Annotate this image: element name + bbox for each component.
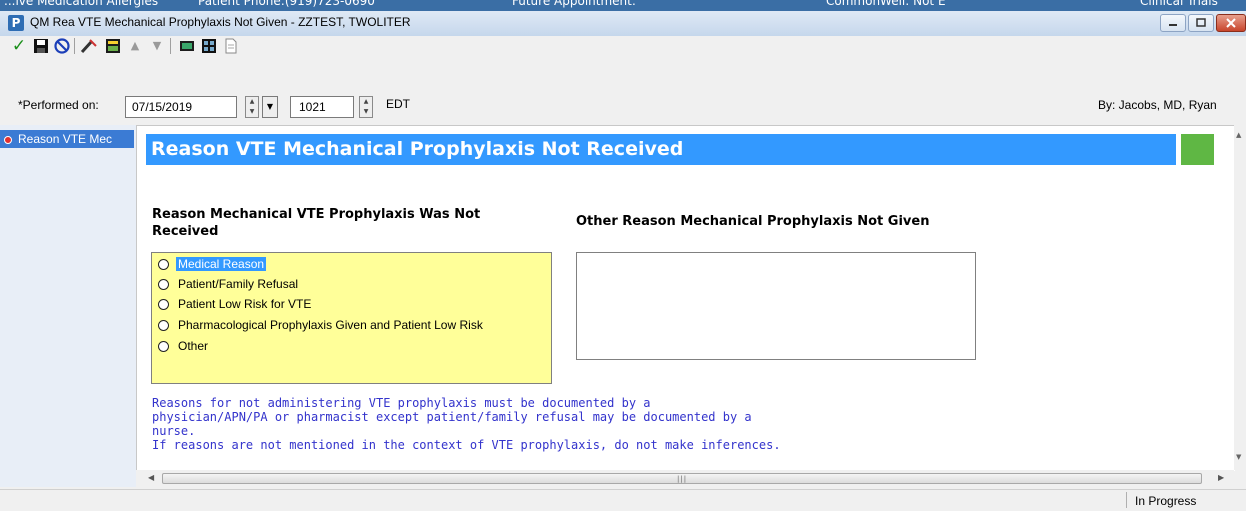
window-title: QM Rea VTE Mechanical Prophylaxis Not Gi…: [30, 15, 411, 29]
checkmark-icon[interactable]: ✓: [10, 37, 28, 55]
bg-phone-text: Patient Phone:(919)723-0690: [198, 0, 375, 8]
radio-option-medical-reason[interactable]: Medical Reason: [158, 255, 267, 273]
radio-option-family-refusal[interactable]: Patient/Family Refusal: [158, 275, 300, 293]
radio-label[interactable]: Patient Low Risk for VTE: [176, 297, 313, 311]
document-icon[interactable]: [104, 37, 122, 55]
timezone-label: EDT: [386, 97, 410, 111]
status-bar: [0, 489, 1246, 511]
left-navigation: [0, 125, 136, 487]
radio-button[interactable]: [158, 278, 169, 290]
minimize-button[interactable]: [1160, 14, 1186, 32]
radio-button[interactable]: [158, 319, 169, 331]
scroll-down-icon[interactable]: ▼: [1236, 453, 1241, 461]
grip-icon: |||: [677, 475, 688, 483]
note-line: If reasons are not mentioned in the cont…: [152, 438, 781, 452]
radio-option-low-risk[interactable]: Patient Low Risk for VTE: [158, 295, 313, 313]
radio-button[interactable]: [158, 258, 169, 270]
date-spinner[interactable]: ▲ ▼: [245, 96, 259, 118]
instruction-note: Reasons for not administering VTE prophy…: [152, 396, 781, 452]
scrollbar-thumb[interactable]: |||: [162, 473, 1202, 484]
close-button[interactable]: [1216, 14, 1246, 32]
note-line: physician/APN/PA or pharmacist except pa…: [152, 410, 752, 424]
other-reason-field-label: Other Reason Mechanical Prophylaxis Not …: [576, 214, 930, 229]
app-icon: P: [8, 15, 24, 31]
vertical-scrollbar[interactable]: ▲ ▼: [1234, 125, 1246, 470]
toolbar-separator: [170, 38, 171, 54]
spinner-up-icon[interactable]: ▲: [246, 97, 258, 107]
cancel-icon[interactable]: [53, 37, 71, 55]
spinner-down-icon[interactable]: ▼: [246, 107, 258, 117]
calendar-icon[interactable]: [200, 37, 218, 55]
spinner-down-icon[interactable]: ▼: [360, 107, 372, 117]
scroll-up-icon[interactable]: ▲: [1236, 131, 1241, 139]
note-line: nurse.: [152, 424, 196, 438]
bg-commonwell-text: CommonWell: Not E: [826, 0, 946, 8]
radio-label[interactable]: Other: [176, 339, 210, 353]
nav-item-label: Reason VTE Mec: [18, 132, 113, 146]
bg-clinical-trials-text: Clinical Trials: [1140, 0, 1218, 8]
radio-label[interactable]: Medical Reason: [176, 257, 267, 271]
toolbar-separator: [74, 38, 75, 54]
chevron-down-icon: ▼: [266, 102, 274, 111]
radio-option-other[interactable]: Other: [158, 337, 210, 355]
save-icon[interactable]: [32, 37, 50, 55]
date-dropdown-button[interactable]: ▼: [262, 96, 278, 118]
note-line: Reasons for not administering VTE prophy…: [152, 396, 651, 410]
performed-time-input[interactable]: 1021: [290, 96, 354, 118]
up-arrow-icon[interactable]: ▲: [126, 37, 144, 55]
scroll-left-icon[interactable]: ◀: [148, 473, 154, 482]
minimize-icon: [1169, 24, 1177, 26]
close-icon: [1226, 18, 1236, 28]
bg-allergies-text: ...ive Medication Allergies: [4, 0, 159, 8]
spinner-up-icon[interactable]: ▲: [360, 97, 372, 107]
status-indicator: [1181, 134, 1214, 165]
background-window-strip: ...ive Medication Allergies Patient Phon…: [0, 0, 1246, 11]
radio-label[interactable]: Patient/Family Refusal: [176, 277, 300, 291]
edit-icon[interactable]: [80, 37, 98, 55]
performed-by-label: By: Jacobs, MD, Ryan: [1098, 98, 1217, 112]
radio-button[interactable]: [158, 298, 169, 310]
bg-appointment-text: Future Appointment:: [512, 0, 636, 8]
required-dot-icon: [4, 135, 12, 144]
status-text: In Progress: [1135, 494, 1197, 508]
scroll-right-icon[interactable]: ▶: [1218, 473, 1224, 482]
radio-label[interactable]: Pharmacological Prophylaxis Given and Pa…: [176, 318, 485, 332]
radio-button[interactable]: [158, 340, 169, 352]
reason-field-label: Reason Mechanical VTE Prophylaxis Was No…: [152, 207, 481, 239]
page-icon[interactable]: [222, 37, 240, 55]
performed-date-input[interactable]: 07/15/2019: [125, 96, 237, 118]
maximize-icon: [1196, 18, 1206, 27]
down-arrow-icon[interactable]: ▼: [148, 37, 166, 55]
time-spinner[interactable]: ▲ ▼: [359, 96, 373, 118]
nav-item-reason[interactable]: Reason VTE Mec: [0, 130, 134, 148]
section-header-title: Reason VTE Mechanical Prophylaxis Not Re…: [151, 138, 684, 160]
maximize-button[interactable]: [1188, 14, 1214, 32]
other-reason-textarea[interactable]: [576, 252, 976, 360]
status-separator: [1126, 492, 1127, 508]
performed-on-label: *Performed on:: [18, 98, 99, 112]
calculator-icon[interactable]: [178, 37, 196, 55]
radio-option-pharmacological[interactable]: Pharmacological Prophylaxis Given and Pa…: [158, 316, 485, 334]
